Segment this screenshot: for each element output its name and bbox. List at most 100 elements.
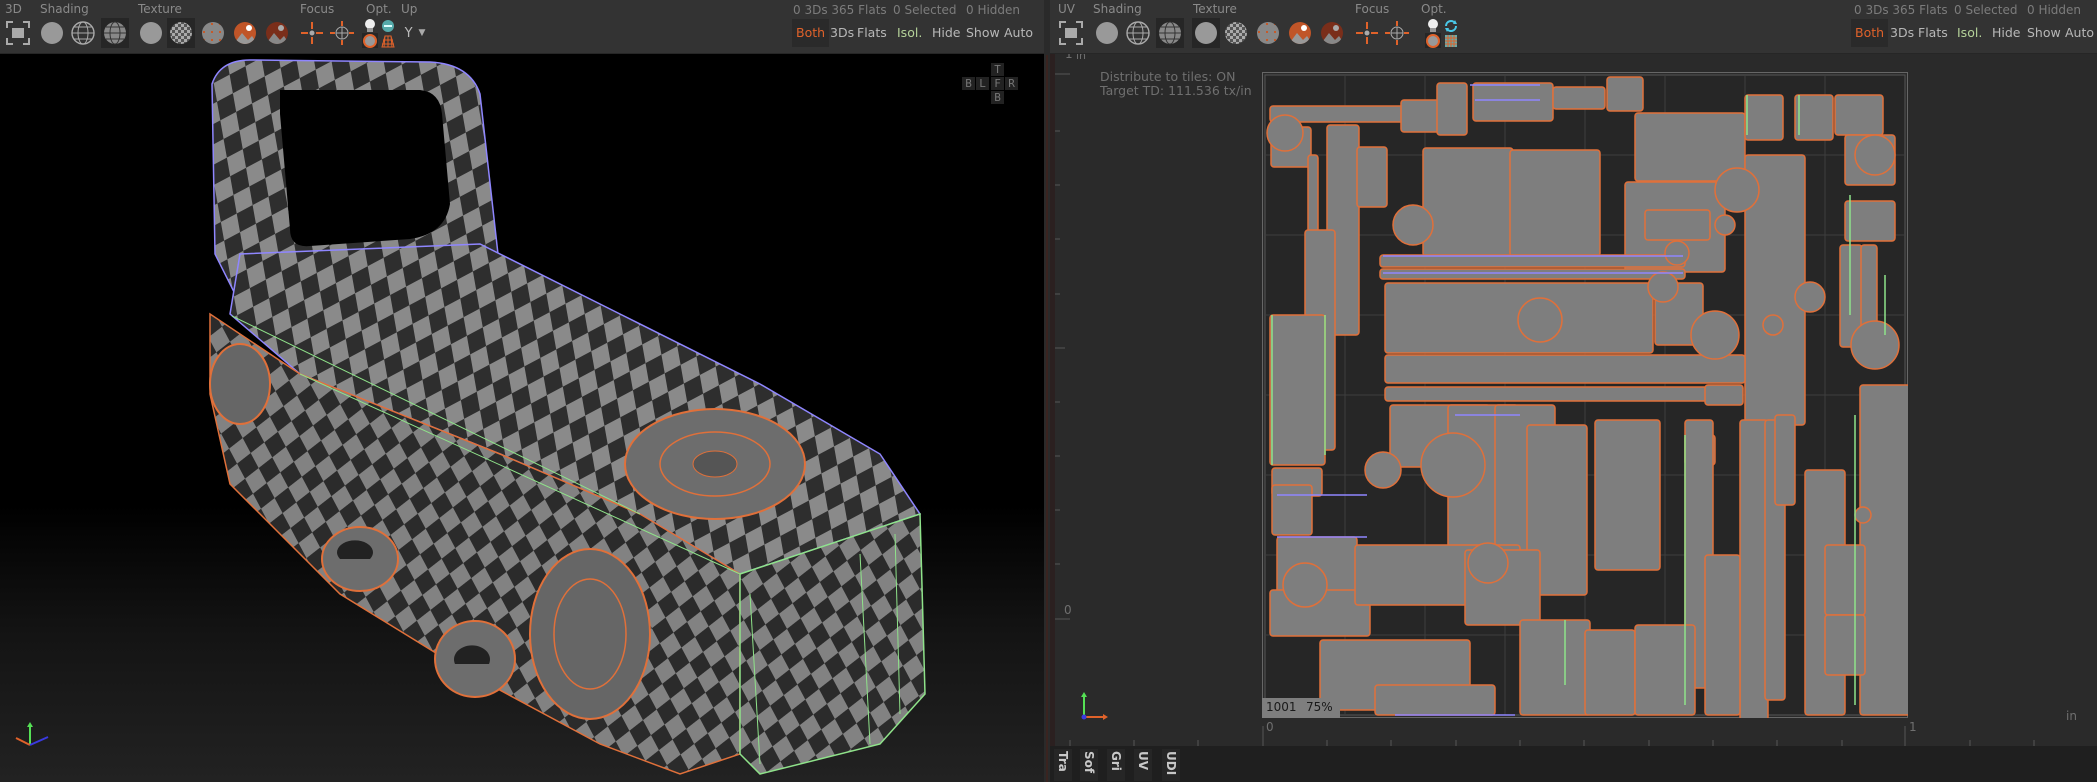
isolate-button[interactable]: Isol.: [893, 19, 926, 47]
uv-shell-circle[interactable]: [1664, 240, 1690, 266]
hide-button[interactable]: Hide: [928, 19, 965, 47]
navcube-top[interactable]: T: [991, 63, 1004, 76]
focus-all-icon[interactable]: [298, 18, 326, 48]
uv-shell[interactable]: [1384, 386, 1741, 402]
tab-grid[interactable]: Gri: [1107, 749, 1125, 781]
texture-image-alt-icon[interactable]: [1318, 18, 1346, 48]
uv-shell[interactable]: [1644, 209, 1711, 241]
uv-shell[interactable]: [1634, 624, 1696, 716]
uv-shell[interactable]: [1824, 544, 1866, 616]
uv-shell-circle[interactable]: [1647, 271, 1679, 303]
up-axis-dropdown[interactable]: Y ▼: [400, 18, 430, 48]
show-button[interactable]: Show: [2023, 19, 2065, 47]
shading-wireframe-icon[interactable]: [69, 18, 97, 48]
uv-shell[interactable]: [1422, 147, 1514, 257]
shading-solid-icon[interactable]: [38, 18, 66, 48]
uv-shell-circle[interactable]: [1714, 214, 1736, 236]
uv-shell-circle[interactable]: [1392, 204, 1434, 246]
mode-flats-button[interactable]: Flats: [853, 19, 891, 47]
texture-image-icon[interactable]: [231, 18, 259, 48]
frame-view-icon[interactable]: [1057, 18, 1085, 48]
uv-shell[interactable]: [1594, 419, 1661, 571]
mode-both-button[interactable]: Both: [1851, 19, 1889, 47]
uv-shell[interactable]: [1400, 99, 1440, 133]
navcube-right[interactable]: R: [1005, 77, 1018, 90]
uv-shell[interactable]: [1859, 384, 1908, 716]
uv-shell-circle[interactable]: [1714, 167, 1760, 213]
focus-selection-icon[interactable]: [1383, 18, 1411, 48]
navcube-front[interactable]: F: [991, 77, 1004, 90]
uv-shell[interactable]: [1269, 314, 1326, 466]
uv-shell[interactable]: [1271, 484, 1313, 536]
shading-wire-solid-icon[interactable]: [1156, 18, 1184, 48]
uv-shell-circle[interactable]: [1794, 281, 1826, 313]
navcube-bottom[interactable]: B: [991, 91, 1004, 104]
frame-view-icon[interactable]: [4, 18, 32, 48]
uv-shell[interactable]: [1509, 149, 1601, 257]
auto-button[interactable]: Auto: [2061, 19, 2097, 47]
shading-wireframe-icon[interactable]: [1124, 18, 1152, 48]
uv-shell-circle[interactable]: [1690, 310, 1740, 360]
opt-grid-icon[interactable]: [380, 33, 396, 48]
uv-shell-circle[interactable]: [1467, 542, 1509, 584]
uv-shell[interactable]: [1606, 76, 1644, 112]
uv-shell-circle[interactable]: [1282, 562, 1328, 608]
uv-shell[interactable]: [1844, 200, 1896, 242]
texture-none-icon[interactable]: [137, 18, 165, 48]
opt-ambient-icon[interactable]: [362, 33, 378, 48]
texture-uv-checker-icon[interactable]: [1254, 18, 1282, 48]
uv-shell[interactable]: [1384, 354, 1746, 384]
show-button[interactable]: Show: [962, 19, 1004, 47]
hide-button[interactable]: Hide: [1988, 19, 2025, 47]
uv-shell[interactable]: [1794, 94, 1834, 141]
uv-shell[interactable]: [1379, 268, 1686, 280]
mode-flats-button[interactable]: Flats: [1914, 19, 1952, 47]
texture-uv-checker-icon[interactable]: [199, 18, 227, 48]
opt-ambient-icon[interactable]: [1425, 33, 1441, 48]
uv-shell-circle[interactable]: [1517, 297, 1563, 343]
uv-shell[interactable]: [1374, 684, 1496, 716]
focus-all-icon[interactable]: [1353, 18, 1381, 48]
uv-shell-circle[interactable]: [1850, 320, 1900, 370]
uv-shell[interactable]: [1519, 619, 1591, 716]
uv-tile-1001[interactable]: [1262, 72, 1908, 718]
uv-shell-circle[interactable]: [1854, 506, 1872, 524]
uv-shell[interactable]: [1774, 414, 1796, 506]
uv-shell-circle[interactable]: [1854, 134, 1896, 176]
auto-button[interactable]: Auto: [1000, 19, 1037, 47]
uv-shell[interactable]: [1744, 94, 1784, 141]
navcube-left[interactable]: L: [976, 77, 989, 90]
isolate-button[interactable]: Isol.: [1953, 19, 1986, 47]
uv-shell[interactable]: [1472, 82, 1554, 122]
navcube-back[interactable]: B: [962, 77, 975, 90]
sync-icon[interactable]: [1443, 18, 1459, 33]
texture-none-icon[interactable]: [1192, 18, 1220, 48]
uv-shell-circle[interactable]: [1762, 314, 1784, 336]
texture-checker-icon[interactable]: [1222, 18, 1250, 48]
texture-image-icon[interactable]: [1286, 18, 1314, 48]
tab-soft-selection[interactable]: Sof: [1080, 749, 1098, 781]
3d-viewport[interactable]: T B L F R B: [0, 54, 1044, 782]
tab-udim[interactable]: UDI: [1162, 749, 1180, 781]
uv-viewport[interactable]: 1 in 0 Distribute to tiles: ON Target TD:…: [1050, 54, 2097, 746]
uv-shell[interactable]: [1584, 629, 1636, 716]
tab-uv[interactable]: UV: [1134, 749, 1152, 781]
opt-grid-icon[interactable]: [1443, 33, 1459, 48]
opt-light-icon[interactable]: [362, 18, 378, 33]
opt-reflection-icon[interactable]: [380, 18, 396, 33]
focus-selection-icon[interactable]: [328, 18, 356, 48]
uv-shell[interactable]: [1739, 419, 1769, 718]
uv-shell-circle[interactable]: [1266, 114, 1304, 152]
shading-wire-solid-icon[interactable]: [101, 18, 129, 48]
shading-solid-icon[interactable]: [1093, 18, 1121, 48]
uv-shell[interactable]: [1704, 384, 1744, 406]
uv-shell-circle[interactable]: [1364, 451, 1402, 489]
opt-light-icon[interactable]: [1425, 18, 1441, 33]
uv-shell[interactable]: [1356, 146, 1388, 208]
uv-shell[interactable]: [1379, 254, 1686, 268]
tab-transform[interactable]: Tra: [1054, 749, 1072, 781]
texture-image-alt-icon[interactable]: [263, 18, 291, 48]
uv-shell[interactable]: [1436, 82, 1468, 136]
uv-shell[interactable]: [1704, 554, 1741, 716]
uv-shell[interactable]: [1834, 94, 1884, 136]
